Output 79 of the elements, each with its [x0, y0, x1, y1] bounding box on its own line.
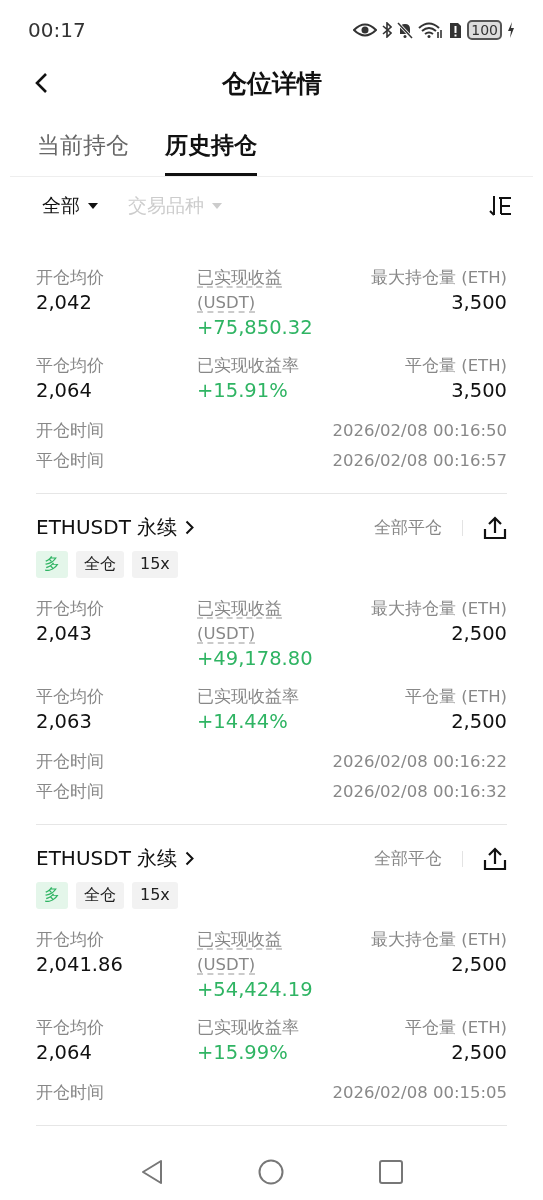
position-tag: 多: [36, 882, 68, 909]
stat-value: +75,850.32: [197, 315, 314, 341]
home-nav-icon[interactable]: [257, 1159, 284, 1185]
stat-value: 2,500: [451, 1040, 507, 1066]
stat-label: 平仓量 (ETH): [404, 1017, 507, 1039]
charging-icon: [507, 22, 515, 38]
caret-icon: [212, 203, 222, 209]
symbol-link[interactable]: ETHUSDT 永续: [36, 514, 195, 541]
caret-icon: [88, 203, 98, 209]
stat-label: 最大持仓量 (ETH): [370, 929, 507, 951]
stat-label: 最大持仓量 (ETH): [370, 267, 507, 289]
stat-value: +49,178.80: [197, 646, 314, 672]
stat-value: 3,500: [451, 378, 507, 404]
symbol-link[interactable]: ETHUSDT 永续: [36, 845, 195, 872]
stat-value: +54,424.19: [197, 977, 314, 1003]
sim-alert-icon: [449, 21, 463, 39]
time-value: 2026/02/08 00:16:50: [332, 420, 507, 442]
chevron-icon: [185, 520, 195, 535]
position-tag: 15x: [132, 551, 178, 578]
close-all-button[interactable]: 全部平仓: [374, 516, 442, 539]
time-label: 开仓时间: [36, 420, 104, 442]
stat-value: 2,042: [36, 290, 93, 316]
stat-label: 已实现收益率: [197, 1017, 300, 1039]
position-tag: 全仓: [76, 882, 124, 909]
stat-label: 已实现收益 (USDT): [197, 598, 283, 645]
share-icon[interactable]: [483, 846, 507, 871]
close-all-button[interactable]: 全部平仓: [374, 847, 442, 870]
muted-bell-icon: [397, 21, 414, 39]
eye-icon: [353, 23, 378, 37]
sort-icon[interactable]: [489, 194, 513, 218]
position-tag: 15x: [132, 882, 178, 909]
time-value: 2026/02/08 00:16:32: [332, 781, 507, 803]
stat-label: 已实现收益 (USDT): [197, 267, 283, 314]
stat-value: 2,063: [36, 709, 93, 735]
wifi-icon: [418, 22, 445, 38]
stat-label: 平仓量 (ETH): [404, 686, 507, 708]
stat-label: 平仓量 (ETH): [404, 355, 507, 377]
stat-label: 开仓均价: [36, 267, 105, 289]
time-value: 2026/02/08 00:15:05: [332, 1082, 507, 1104]
stat-value: 2,500: [451, 621, 507, 647]
stat-label: 最大持仓量 (ETH): [370, 598, 507, 620]
recents-nav-icon[interactable]: [378, 1160, 403, 1184]
stat-value: 2,500: [451, 709, 507, 735]
bluetooth-icon: [382, 22, 393, 38]
status-time: 00:17: [28, 18, 86, 42]
position-tag: 全仓: [76, 551, 124, 578]
stat-value: +15.99%: [197, 1040, 289, 1066]
share-icon[interactable]: [483, 515, 507, 540]
stat-value: 2,500: [451, 952, 507, 978]
time-value: 2026/02/08 00:16:22: [332, 751, 507, 773]
chevron-icon: [185, 851, 195, 866]
page-title: 仓位详情: [221, 67, 322, 100]
stat-value: 2,064: [36, 1040, 93, 1066]
time-label: 平仓时间: [36, 450, 104, 472]
tab[interactable]: 历史持仓: [165, 130, 257, 176]
stat-label: 开仓均价: [36, 598, 105, 620]
battery-level: 100: [467, 20, 502, 40]
stat-value: 2,064: [36, 378, 93, 404]
stat-label: 已实现收益 (USDT): [197, 929, 283, 976]
stat-value: 3,500: [451, 290, 507, 316]
stat-value: 2,041.86: [36, 952, 124, 978]
back-icon[interactable]: [34, 72, 48, 94]
stat-label: 平仓均价: [36, 1017, 105, 1039]
time-label: 开仓时间: [36, 1082, 104, 1104]
stat-value: +15.91%: [197, 378, 289, 404]
filter-dropdown[interactable]: 全部: [42, 193, 98, 219]
stat-label: 已实现收益率: [197, 355, 300, 377]
time-label: 平仓时间: [36, 781, 104, 803]
position-tag: 多: [36, 551, 68, 578]
time-label: 开仓时间: [36, 751, 104, 773]
stat-label: 平仓均价: [36, 355, 105, 377]
tab[interactable]: 当前持仓: [37, 130, 129, 176]
time-value: 2026/02/08 00:16:57: [332, 450, 507, 472]
stat-value: +14.44%: [197, 709, 289, 735]
stat-label: 已实现收益率: [197, 686, 300, 708]
stat-label: 平仓均价: [36, 686, 105, 708]
stat-label: 开仓均价: [36, 929, 105, 951]
back-nav-icon[interactable]: [140, 1159, 163, 1185]
stat-value: 2,043: [36, 621, 93, 647]
